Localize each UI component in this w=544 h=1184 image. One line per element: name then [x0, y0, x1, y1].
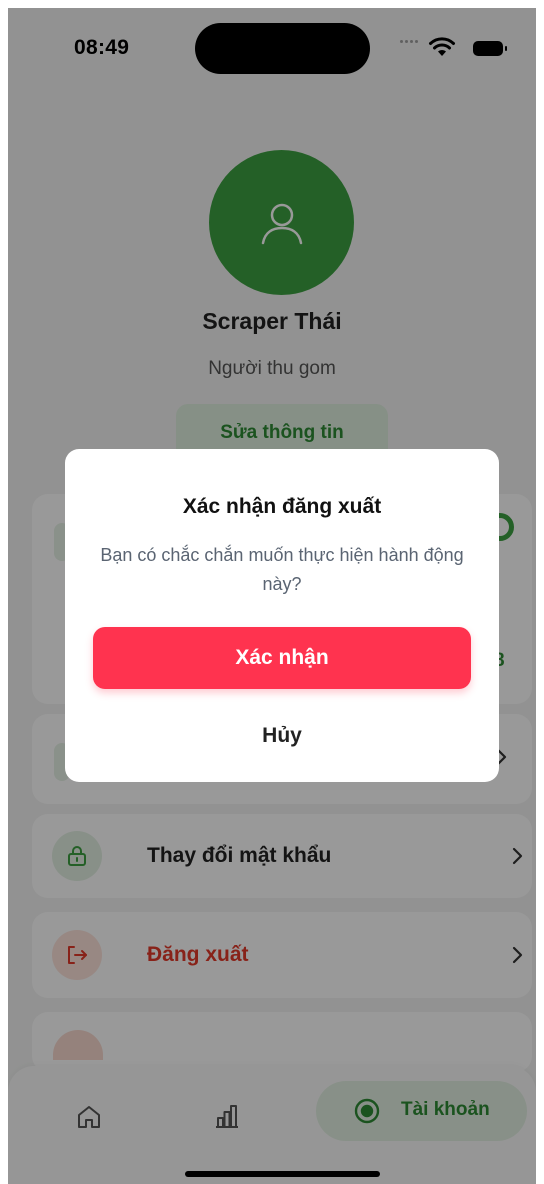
logout-confirm-dialog: Xác nhận đăng xuất Bạn có chắc chắn muốn…	[65, 449, 499, 782]
cancel-button[interactable]: Hủy	[205, 715, 359, 757]
home-indicator[interactable]	[185, 1171, 380, 1177]
app-screen: 08:49 Scraper Thái Người thu gom Sửa thô…	[8, 8, 536, 1184]
confirm-button[interactable]: Xác nhận	[93, 627, 471, 689]
dialog-message: Bạn có chắc chắn muốn thực hiện hành độn…	[100, 545, 464, 594]
dialog-title: Xác nhận đăng xuất	[182, 495, 382, 518]
